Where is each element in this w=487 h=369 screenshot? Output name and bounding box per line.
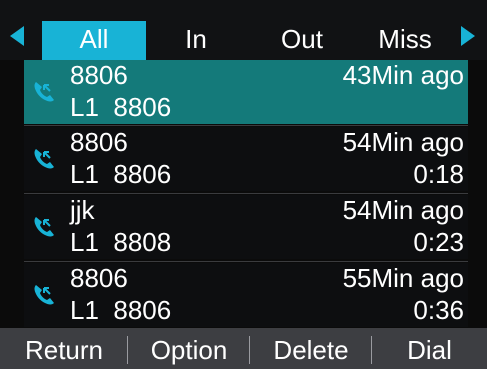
tab-in[interactable]: In <box>146 21 246 60</box>
caller-name: 8806 <box>70 127 128 157</box>
return-button-label: Return <box>24 335 104 365</box>
line-label: L1 <box>70 227 99 257</box>
softkey-bar: Return Option Delete Dial <box>0 328 487 369</box>
call-time: 54Min ago <box>342 195 464 225</box>
line-label: L1 <box>70 159 99 189</box>
row-divider <box>24 193 468 194</box>
tab-miss[interactable]: Miss <box>360 21 450 60</box>
call-list-item[interactable]: 8806 L1 8806 43Min ago <box>24 60 468 124</box>
tab-out[interactable]: Out <box>262 21 342 60</box>
call-list-item[interactable]: 8806 L1 8806 54Min ago 0:18 <box>24 127 468 191</box>
call-duration: 0:18 <box>413 159 464 189</box>
row-divider <box>24 261 468 262</box>
line-label: L1 <box>70 295 99 325</box>
delete-button-label: Delete <box>273 335 349 365</box>
call-line: L1 8806 <box>70 92 171 122</box>
row-divider <box>24 125 468 126</box>
tab-bar: All In Out Miss <box>0 0 487 60</box>
call-time: 54Min ago <box>342 127 464 157</box>
next-tab-arrow-icon[interactable] <box>461 26 475 46</box>
incoming-call-icon <box>34 217 54 237</box>
call-line: L1 8806 <box>70 295 171 325</box>
call-line: L1 8808 <box>70 227 171 257</box>
call-history-screen: All In Out Miss 8806 L1 8806 43Min ago 8… <box>0 0 487 369</box>
incoming-call-icon <box>34 149 54 169</box>
caller-name: jjk <box>70 195 95 225</box>
option-button[interactable]: Option <box>128 328 250 369</box>
line-number: 8808 <box>113 227 172 257</box>
line-label: L1 <box>70 92 99 122</box>
call-time: 43Min ago <box>342 60 464 90</box>
call-line: L1 8806 <box>70 159 171 189</box>
dial-button-label: Dial <box>407 335 452 365</box>
dial-button[interactable]: Dial <box>372 328 487 369</box>
line-number: 8806 <box>113 295 172 325</box>
line-number: 8806 <box>113 159 172 189</box>
call-list-item[interactable]: jjk L1 8808 54Min ago 0:23 <box>24 195 468 259</box>
incoming-call-icon <box>34 82 54 102</box>
call-duration: 0:36 <box>413 295 464 325</box>
call-duration: 0:23 <box>413 227 464 257</box>
option-button-label: Option <box>150 335 228 365</box>
return-button[interactable]: Return <box>0 328 128 369</box>
delete-button[interactable]: Delete <box>250 328 372 369</box>
call-list: 8806 L1 8806 43Min ago 8806 L1 8806 54Mi… <box>24 60 468 328</box>
previous-tab-arrow-icon[interactable] <box>10 26 24 46</box>
line-number: 8806 <box>113 92 172 122</box>
tab-all[interactable]: All <box>42 21 146 60</box>
call-list-item[interactable]: 8806 L1 8806 55Min ago 0:36 <box>24 263 468 327</box>
caller-name: 8806 <box>70 60 128 90</box>
call-time: 55Min ago <box>342 263 464 293</box>
caller-name: 8806 <box>70 263 128 293</box>
incoming-call-icon <box>34 285 54 305</box>
